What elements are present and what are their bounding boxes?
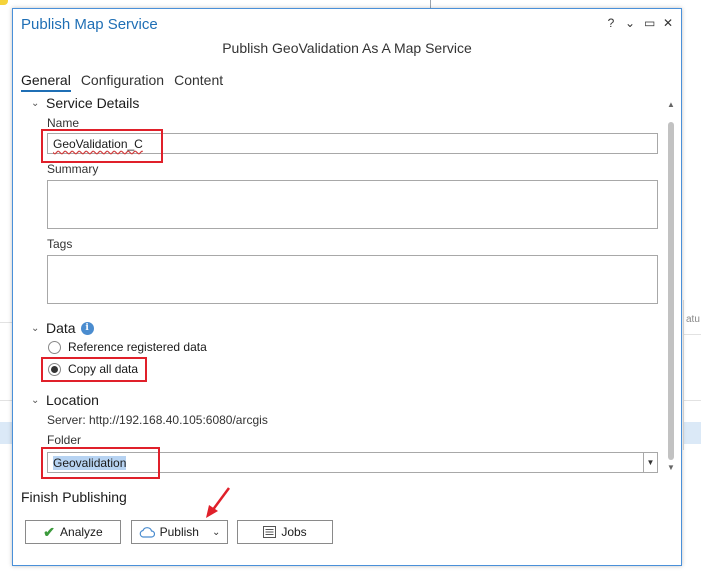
chevron-down-icon: ⌄ (31, 394, 40, 406)
server-text: Server: http://192.168.40.105:6080/arcgi… (47, 413, 268, 427)
tab-bar: General Configuration Content (21, 72, 223, 92)
service-details-heading: Service Details (46, 95, 140, 111)
tab-general[interactable]: General (21, 72, 71, 92)
location-heading: Location (46, 392, 99, 408)
tab-content[interactable]: Content (174, 72, 223, 92)
scroll-up-icon[interactable]: ▲ (666, 100, 676, 110)
reference-registered-data-label: Reference registered data (68, 340, 207, 354)
dropdown-arrow-icon[interactable]: ▼ (643, 453, 657, 472)
window-controls: ? ⌄ ▭ ✕ (606, 16, 673, 30)
analyze-button[interactable]: ✔ Analyze (25, 520, 121, 544)
service-details-header[interactable]: ⌄ Service Details (31, 95, 139, 111)
dialog-titlebar[interactable]: Publish Map Service ? ⌄ ▭ ✕ (13, 9, 681, 39)
folder-label: Folder (47, 433, 82, 447)
jobs-button[interactable]: Jobs (237, 520, 333, 544)
options-chevron-icon[interactable]: ⌄ (625, 16, 635, 30)
general-panel: ⌄ Service Details Name GeoValidation_C S… (21, 95, 677, 480)
summary-label: Summary (47, 162, 99, 176)
background-table-right: atu (683, 300, 701, 450)
scroll-thumb[interactable] (668, 122, 674, 460)
tags-label: Tags (47, 237, 73, 251)
radio-unchecked[interactable] (48, 340, 61, 354)
analyze-label: Analyze (60, 525, 103, 539)
dialog-title: Publish Map Service (21, 16, 158, 33)
finish-publishing-heading: Finish Publishing (21, 489, 127, 505)
publish-map-service-dialog: Publish Map Service ? ⌄ ▭ ✕ Publish GeoV… (12, 8, 682, 566)
jobs-label: Jobs (281, 525, 307, 539)
help-icon[interactable]: ? (606, 16, 616, 30)
publish-dropdown-chevron-icon[interactable]: ⌄ (212, 527, 220, 538)
cloud-icon (139, 526, 155, 538)
data-section-header[interactable]: ⌄ Data i (31, 320, 94, 336)
app-status-dot (0, 0, 8, 5)
reference-registered-data-option[interactable]: Reference registered data (48, 340, 207, 354)
background-divider (430, 0, 431, 8)
folder-highlight-box (41, 447, 160, 479)
summary-textarea[interactable] (47, 180, 658, 229)
background-table-left (0, 300, 12, 450)
data-heading: Data (46, 320, 76, 336)
publish-button[interactable]: Publish ⌄ (131, 520, 228, 544)
name-highlight-box (41, 129, 163, 163)
chevron-down-icon: ⌄ (31, 322, 40, 334)
info-icon[interactable]: i (80, 321, 94, 335)
copy-all-data-highlight-box (41, 357, 147, 382)
list-icon (263, 526, 277, 538)
name-label: Name (47, 116, 80, 130)
red-arrow-annotation (206, 487, 231, 518)
publish-label: Publish (159, 525, 199, 539)
tab-configuration[interactable]: Configuration (81, 72, 164, 92)
checkmark-icon: ✔ (43, 523, 56, 540)
dialog-subtitle: Publish GeoValidation As A Map Service (222, 40, 472, 56)
location-section-header[interactable]: ⌄ Location (31, 392, 99, 408)
tags-input[interactable] (47, 255, 658, 304)
panel-scrollbar[interactable]: ▲ ▼ (666, 100, 676, 473)
maximize-icon[interactable]: ▭ (644, 16, 655, 30)
background-column-text: atu (686, 314, 700, 325)
chevron-down-icon: ⌄ (31, 97, 40, 109)
scroll-down-icon[interactable]: ▼ (666, 463, 676, 473)
close-icon[interactable]: ✕ (663, 16, 673, 30)
